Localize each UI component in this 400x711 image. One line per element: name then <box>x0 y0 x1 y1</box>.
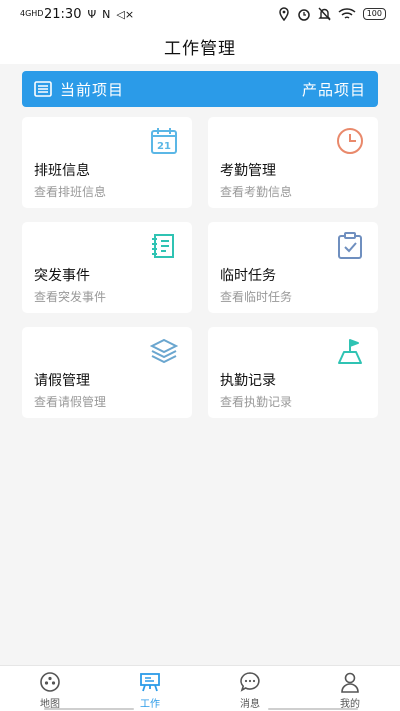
card-subtitle: 查看考勤信息 <box>220 185 293 199</box>
card-temp-task[interactable]: 临时任务 查看临时任务 <box>208 222 378 313</box>
notifications-off-icon <box>318 7 331 21</box>
status-time: 21:30 <box>44 6 82 22</box>
user-icon <box>341 672 359 693</box>
location-icon <box>278 7 289 21</box>
card-duty-record[interactable]: 执勤记录 查看执勤记录 <box>208 327 378 418</box>
card-title: 排班信息 <box>34 163 90 179</box>
nav-item-work[interactable]: 工作 <box>100 666 200 711</box>
card-subtitle: 查看请假管理 <box>34 395 107 409</box>
alarm-icon <box>297 9 310 21</box>
card-attendance[interactable]: 考勤管理 查看考勤信息 <box>208 117 378 208</box>
card-title: 请假管理 <box>34 373 90 389</box>
card-leave[interactable]: 请假管理 查看请假管理 <box>22 327 192 418</box>
current-project-label: 当前项目 <box>60 80 125 99</box>
nfc-icon: N <box>102 7 111 21</box>
function-grid: 21 排班信息 查看排班信息 考勤管理 查看考勤信息 突发事件 查看突发事件 临… <box>22 117 378 418</box>
scroll-indicator <box>268 708 358 710</box>
map-icon <box>40 672 60 692</box>
current-project-value[interactable]: 产品项目 <box>302 79 366 100</box>
nav-label: 工作 <box>140 699 160 710</box>
card-title: 执勤记录 <box>220 373 276 389</box>
card-subtitle: 查看临时任务 <box>220 290 293 304</box>
page-title: 工作管理 <box>164 38 236 59</box>
mute-icon: ◁× <box>116 7 135 21</box>
nav-item-map[interactable]: 地图 <box>0 666 100 711</box>
cellular-signal-icon: 4GHD <box>20 9 44 18</box>
app-header: 工作管理 <box>0 28 400 64</box>
card-title: 突发事件 <box>34 268 90 284</box>
nav-item-profile[interactable]: 我的 <box>300 666 400 711</box>
calendar-day-text: 21 <box>157 141 171 152</box>
list-icon <box>34 81 52 97</box>
card-emergency[interactable]: 突发事件 查看突发事件 <box>22 222 192 313</box>
layers-icon <box>150 338 178 364</box>
card-title: 临时任务 <box>220 268 276 284</box>
nav-label: 消息 <box>240 699 260 710</box>
usb-icon: Ψ <box>87 7 97 21</box>
clipboard-check-icon <box>338 232 362 259</box>
card-subtitle: 查看执勤记录 <box>220 395 293 409</box>
card-title: 考勤管理 <box>220 163 276 179</box>
calendar-icon: 21 <box>151 128 177 154</box>
work-board-icon <box>140 673 160 692</box>
scroll-indicator <box>44 708 134 710</box>
battery-icon: 100 <box>362 8 386 20</box>
notebook-icon <box>152 234 174 258</box>
nav-item-messages[interactable]: 消息 <box>200 666 300 711</box>
clock-icon <box>337 128 363 154</box>
status-bar: 4GHD 21:30 Ψ N ◁× 100 <box>0 0 400 28</box>
message-icon <box>240 672 260 692</box>
current-project-bar[interactable]: 当前项目 产品项目 <box>22 71 378 107</box>
bottom-nav: 地图 工作 消息 我的 <box>0 665 400 711</box>
card-subtitle: 查看突发事件 <box>34 290 107 304</box>
wifi-icon <box>338 8 356 19</box>
flag-icon <box>338 339 362 364</box>
card-schedule[interactable]: 21 排班信息 查看排班信息 <box>22 117 192 208</box>
card-subtitle: 查看排班信息 <box>34 185 107 199</box>
